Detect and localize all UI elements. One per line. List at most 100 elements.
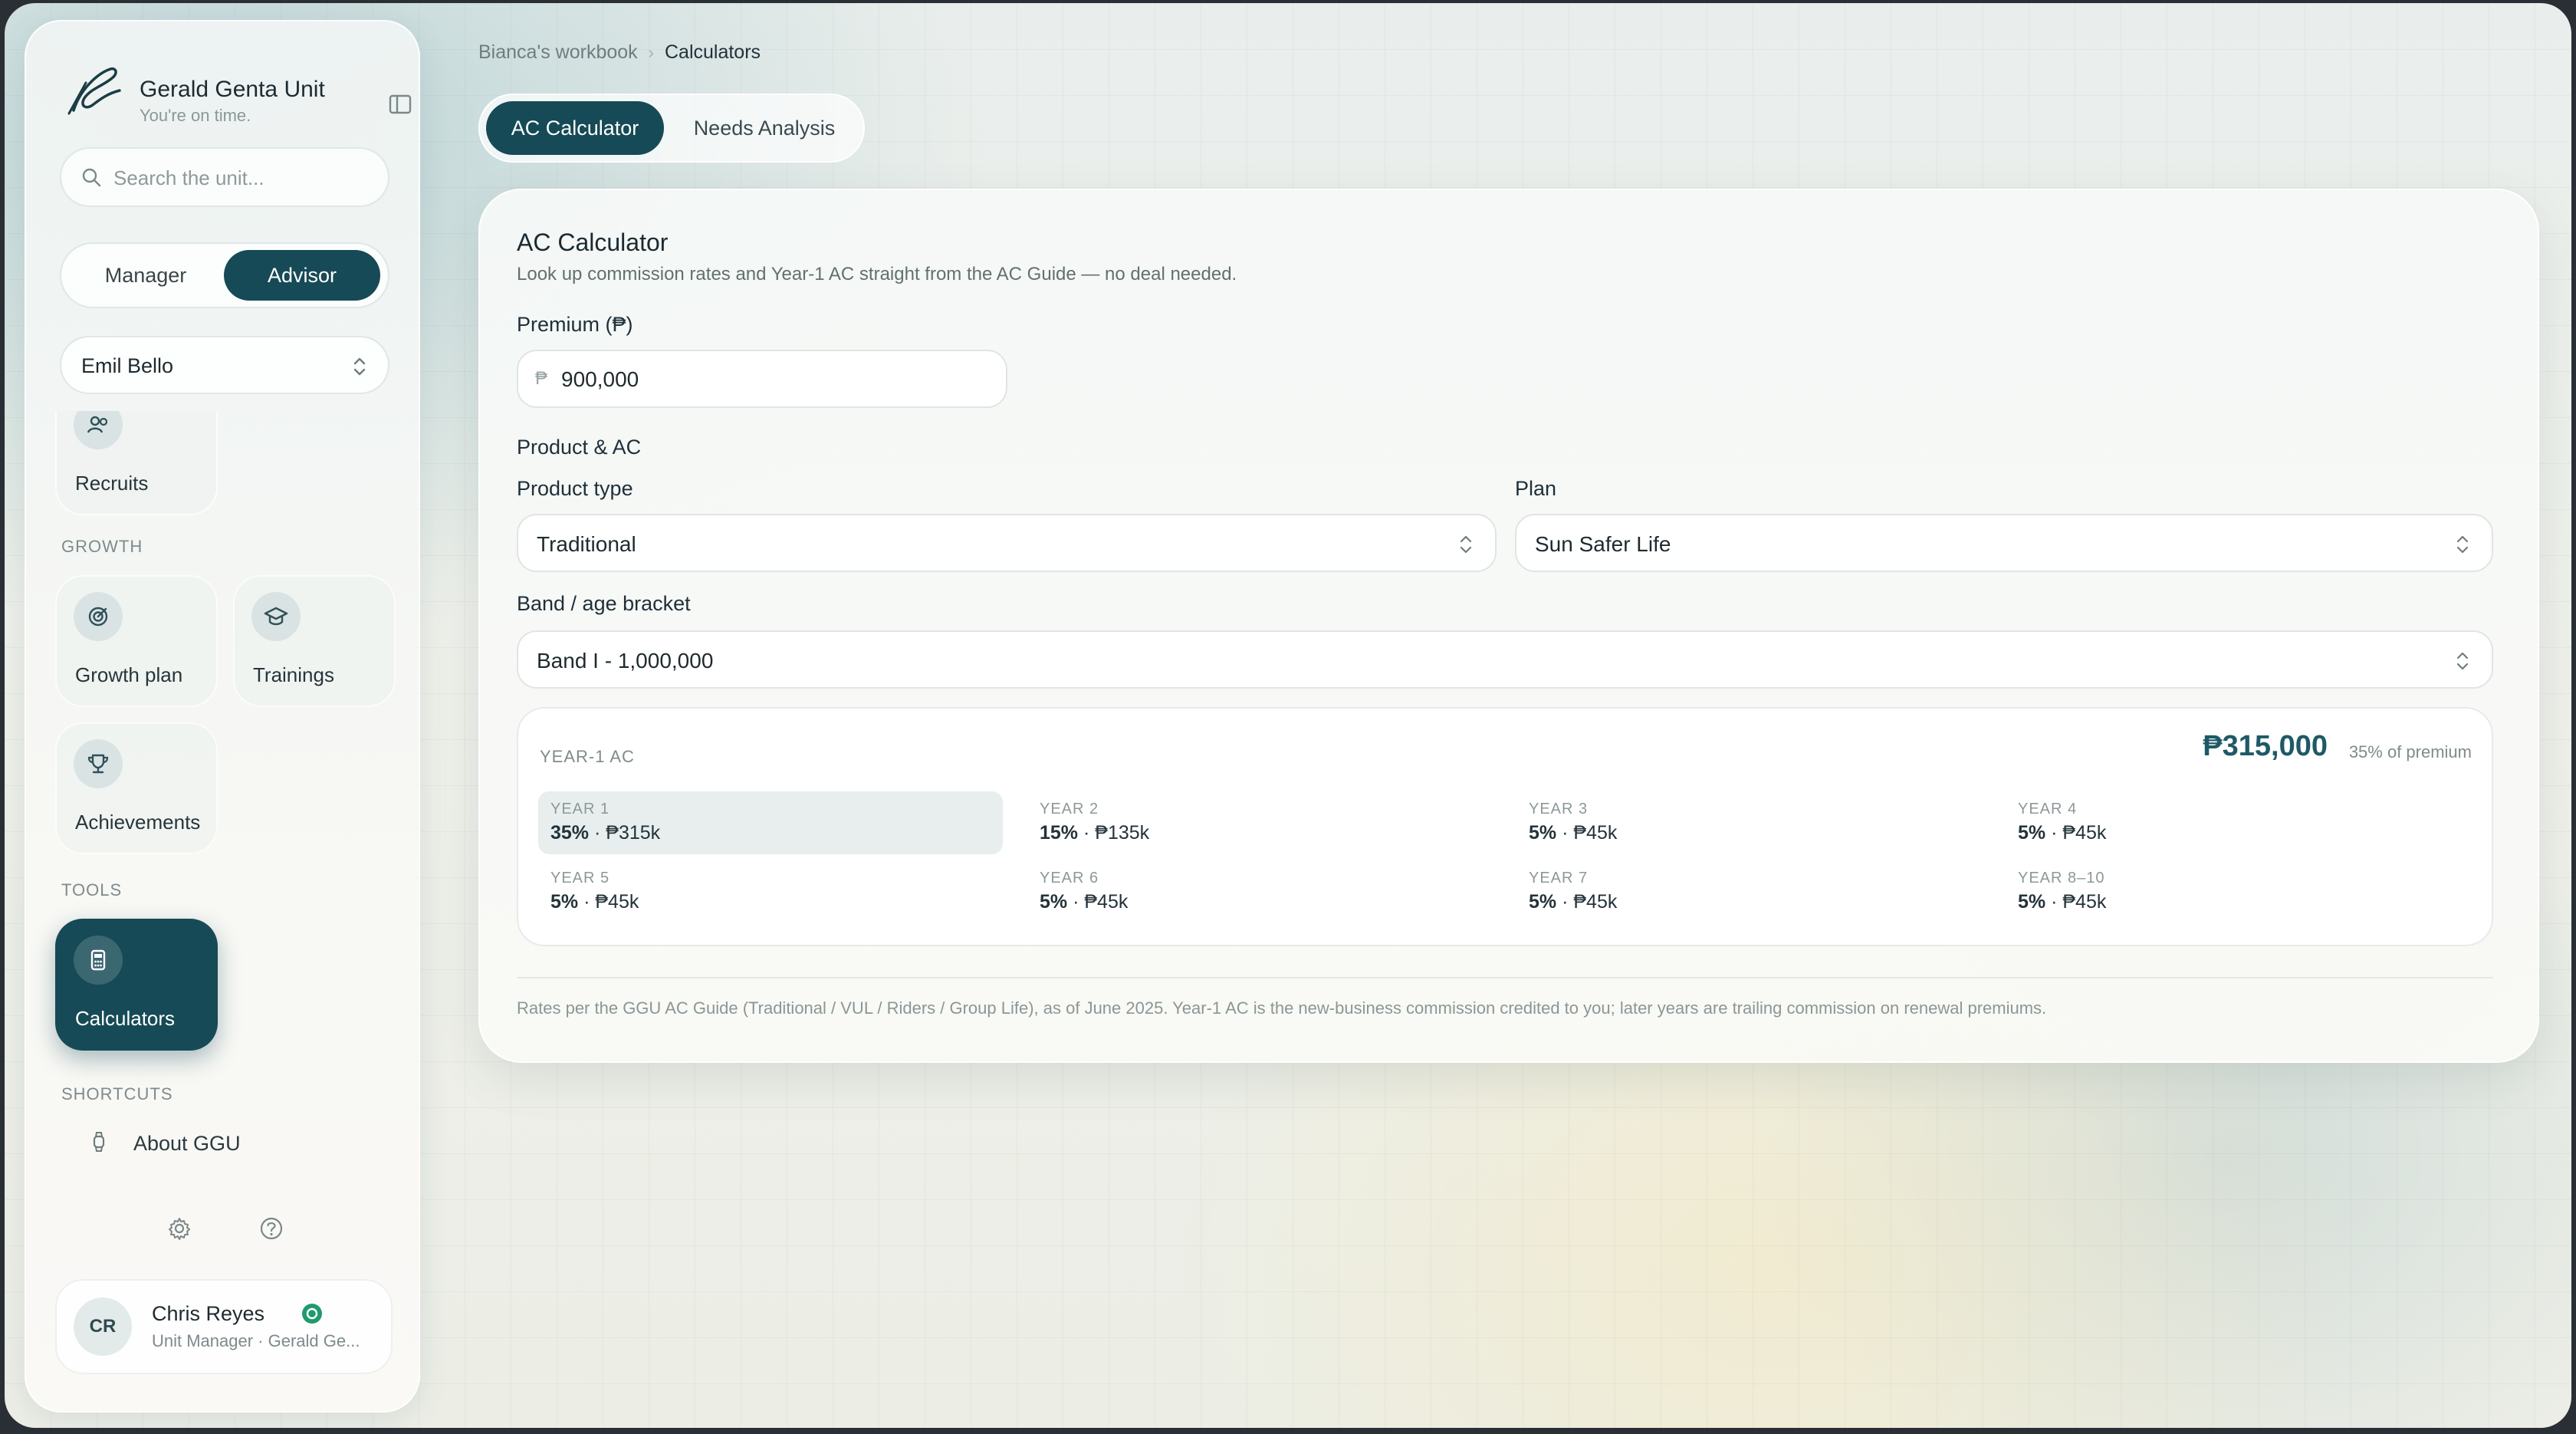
year-rate: 5% xyxy=(2018,822,2046,844)
currency-symbol: ₱ xyxy=(535,368,548,389)
year-label: YEAR 2 xyxy=(1040,801,1099,817)
sidebar-tile-achievements[interactable]: Achievements xyxy=(55,722,218,854)
year-value: 5% · ₱45k xyxy=(2018,822,2107,844)
year1-ac-result: YEAR-1 AC ₱315,000 35% of premium YEAR 1… xyxy=(517,707,2493,946)
year-value: 15% · ₱135k xyxy=(1040,822,1150,844)
settings-gear-icon[interactable] xyxy=(164,1213,195,1244)
chevron-right-icon: › xyxy=(648,42,654,62)
year-rate-cell: YEAR 4 5% · ₱45k xyxy=(2006,791,2470,854)
premium-field[interactable]: ₱ xyxy=(517,350,1007,408)
graduation-cap-icon xyxy=(251,592,301,641)
current-user-card[interactable]: CR Chris Reyes Unit Manager · Gerald Ge.… xyxy=(55,1279,393,1374)
year-rate: 5% xyxy=(550,891,579,913)
help-icon[interactable] xyxy=(256,1213,287,1244)
search-box[interactable] xyxy=(60,147,389,207)
sidebar: Gerald Genta Unit You're on time. Manage… xyxy=(25,20,420,1413)
result-total-note: 35% of premium xyxy=(2348,742,2472,761)
role-advisor-button[interactable]: Advisor xyxy=(224,250,380,301)
year-amount: ₱45k xyxy=(2062,822,2107,844)
watch-icon xyxy=(93,1132,105,1152)
sidebar-tile-growth-plan[interactable]: Growth plan xyxy=(55,575,218,707)
verified-badge-icon xyxy=(302,1304,322,1324)
year-amount: ₱45k xyxy=(1084,891,1129,913)
year-rate-cell: YEAR 8–10 5% · ₱45k xyxy=(2006,860,2470,923)
search-input[interactable] xyxy=(113,160,374,196)
product-type-label: Product type xyxy=(517,477,633,500)
sidebar-tile-label: Calculators xyxy=(75,1007,176,1030)
year-value: 5% · ₱45k xyxy=(1040,891,1129,913)
breadcrumb: Bianca's workbook › Calculators xyxy=(478,41,761,64)
year-amount: ₱45k xyxy=(1573,891,1618,913)
calculator-tabs: AC Calculator Needs Analysis xyxy=(478,94,865,163)
year-amount: ₱45k xyxy=(1573,822,1618,844)
band-value: Band I - 1,000,000 xyxy=(537,649,714,673)
band-label: Band / age bracket xyxy=(517,592,691,615)
year-value: 5% · ₱45k xyxy=(1529,822,1618,844)
year-label: YEAR 7 xyxy=(1529,870,1589,886)
sidebar-tile-label: Trainings xyxy=(253,663,334,686)
section-label-tools: TOOLS xyxy=(61,880,123,900)
chevron-up-down-icon xyxy=(2456,652,2469,670)
year-value: 5% · ₱45k xyxy=(1529,891,1618,913)
year-rate: 5% xyxy=(1040,891,1068,913)
tab-needs-analysis[interactable]: Needs Analysis xyxy=(670,101,859,155)
search-icon xyxy=(82,168,101,187)
card-title: AC Calculator xyxy=(517,229,669,256)
year-value: 35% · ₱315k xyxy=(550,822,661,844)
brand-logo-icon xyxy=(67,67,121,115)
section-label-shortcuts: SHORTCUTS xyxy=(61,1084,173,1103)
user-role: Unit Manager · Gerald Ge... xyxy=(152,1331,360,1350)
tab-ac-calculator[interactable]: AC Calculator xyxy=(486,101,664,155)
sidebar-tile-label: Achievements xyxy=(75,811,201,834)
avatar: CR xyxy=(72,1296,133,1357)
role-toggle: Manager Advisor xyxy=(60,242,389,308)
users-icon xyxy=(74,411,123,449)
brand: Gerald Genta Unit You're on time. xyxy=(63,57,412,126)
user-name: Chris Reyes xyxy=(152,1302,265,1325)
premium-input[interactable] xyxy=(561,360,991,399)
role-manager-button[interactable]: Manager xyxy=(67,250,224,301)
sidebar-tile-calculators[interactable]: Calculators xyxy=(55,919,218,1051)
card-subtitle: Look up commission rates and Year-1 AC s… xyxy=(517,264,1237,284)
year-rate: 15% xyxy=(1040,822,1079,844)
year-rate: 5% xyxy=(1529,822,1557,844)
sidebar-tile-recruits[interactable]: Recruits xyxy=(55,411,218,515)
year-amount: ₱315k xyxy=(606,822,661,844)
plan-select[interactable]: Sun Safer Life xyxy=(1515,514,2493,572)
year-rate-cell: YEAR 2 15% · ₱135k xyxy=(1027,791,1492,854)
shortcut-label: About GGU xyxy=(133,1132,241,1155)
year-rate: 35% xyxy=(550,822,590,844)
year-label: YEAR 1 xyxy=(550,801,610,817)
year-value: 5% · ₱45k xyxy=(550,891,639,913)
chevron-up-down-icon xyxy=(2456,535,2469,554)
advisor-select-value: Emil Bello xyxy=(81,354,174,377)
ac-calculator-card: AC Calculator Look up commission rates a… xyxy=(478,189,2539,1063)
premium-label: Premium (₱) xyxy=(517,313,633,336)
result-caption: YEAR-1 AC xyxy=(540,747,635,766)
year-rate-cell: YEAR 1 35% · ₱315k xyxy=(538,791,1003,854)
calculator-icon xyxy=(74,936,123,985)
year-label: YEAR 5 xyxy=(550,870,610,886)
advisor-select[interactable]: Emil Bello xyxy=(60,336,389,394)
divider xyxy=(517,977,2493,978)
year-rate: 5% xyxy=(2018,891,2046,913)
year-amount: ₱45k xyxy=(2062,891,2107,913)
band-select[interactable]: Band I - 1,000,000 xyxy=(517,630,2493,689)
year-rate-cell: YEAR 3 5% · ₱45k xyxy=(1516,791,1981,854)
year-label: YEAR 6 xyxy=(1040,870,1099,886)
breadcrumb-parent[interactable]: Bianca's workbook xyxy=(478,41,638,64)
sidebar-toggle-icon[interactable] xyxy=(385,89,416,120)
shortcut-about-ggu[interactable]: About GGU xyxy=(67,1120,359,1166)
year-rate-cell: YEAR 6 5% · ₱45k xyxy=(1027,860,1492,923)
year-rate-cell: YEAR 7 5% · ₱45k xyxy=(1516,860,1981,923)
product-section-label: Product & AC xyxy=(517,436,642,459)
product-type-select[interactable]: Traditional xyxy=(517,514,1497,572)
sidebar-tile-trainings[interactable]: Trainings xyxy=(233,575,396,707)
chevron-up-down-icon xyxy=(1460,535,1472,554)
sidebar-nav[interactable]: Recruits GROWTH Growth plan Trainings Ac… xyxy=(25,411,420,1178)
year-label: YEAR 4 xyxy=(2018,801,2078,817)
brand-subtitle: You're on time. xyxy=(140,106,251,125)
plan-value: Sun Safer Life xyxy=(1535,532,1671,556)
section-label-growth: GROWTH xyxy=(61,537,143,556)
chevron-up-down-icon xyxy=(353,357,366,376)
